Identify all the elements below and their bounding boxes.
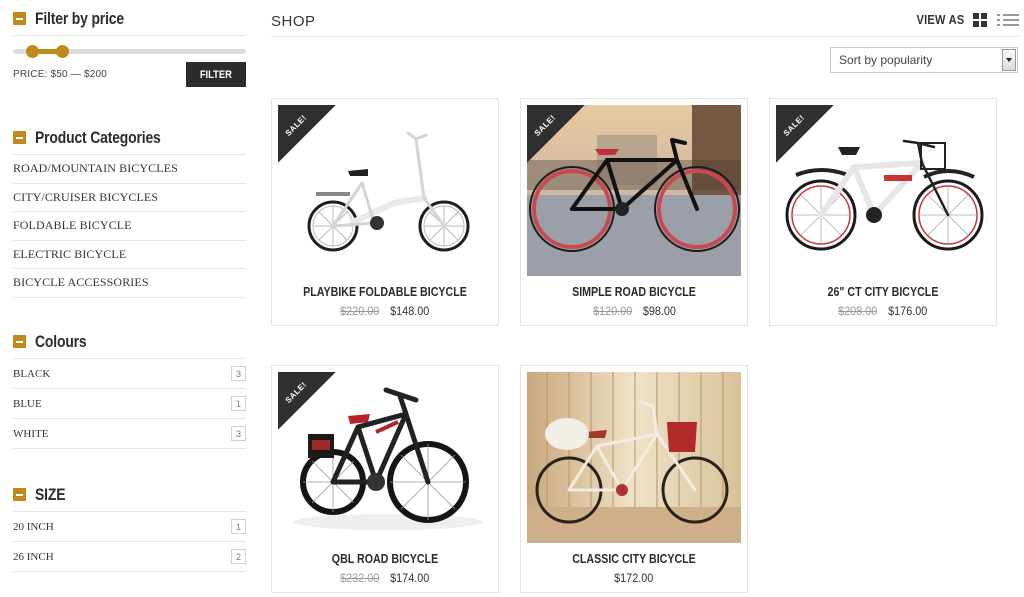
categories-heading: Product Categories — [13, 121, 246, 155]
size-filter-26-inch[interactable]: 26 INCH 2 — [13, 542, 246, 572]
product-card-simple-road[interactable]: SALE! SIMPLE ROAD BICYCLE $120.00 $98.00 — [520, 98, 748, 326]
size-filter-20-inch[interactable]: 20 INCH 1 — [13, 512, 246, 542]
colour-label: BLUE — [13, 397, 42, 410]
count-badge: 3 — [231, 366, 246, 381]
sale-price: $98.00 — [642, 304, 676, 318]
size-label: 26 INCH — [13, 550, 54, 563]
size-heading: SIZE — [13, 478, 246, 512]
price-filter-widget: Filter by price PRICE: $50 — $200 FILTER — [13, 2, 246, 87]
product-name[interactable]: CLASSIC CITY BICYCLE — [541, 551, 726, 566]
sale-badge: SALE! — [278, 372, 336, 430]
view-as-label: VIEW AS — [916, 12, 965, 27]
product-name[interactable]: 26" CT CITY BICYCLE — [790, 284, 975, 299]
category-link-city-cruiser[interactable]: CITY/CRUISER BICYCLES — [13, 184, 246, 212]
chevron-down-icon[interactable] — [1002, 49, 1016, 71]
product-name[interactable]: PLAYBIKE FOLDABLE BICYCLE — [292, 284, 477, 299]
sale-price: $148.00 — [390, 304, 430, 318]
sale-badge: SALE! — [527, 105, 585, 163]
page-title: SHOP — [271, 13, 316, 30]
colour-label: BLACK — [13, 367, 51, 380]
count-badge: 1 — [231, 396, 246, 411]
minus-square-icon[interactable] — [13, 12, 26, 25]
product-card-ct-city[interactable]: SALE! 26" CT CITY BICYCLE $208.00 $176.0… — [769, 98, 997, 326]
colours-widget: Colours BLACK 3 BLUE 1 WHITE 3 — [13, 325, 246, 449]
colours-heading: Colours — [13, 325, 246, 359]
product-card-classic-city[interactable]: CLASSIC CITY BICYCLE $172.00 — [520, 365, 748, 593]
original-price: $232.00 — [340, 571, 380, 585]
sale-badge: SALE! — [278, 105, 336, 163]
price-slider[interactable] — [13, 44, 246, 58]
original-price: $208.00 — [838, 304, 878, 318]
price-filter-title: Filter by price — [35, 8, 124, 28]
count-badge: 2 — [231, 549, 246, 564]
minus-square-icon[interactable] — [13, 488, 26, 501]
sort-select[interactable]: Sort by popularity — [830, 47, 1018, 73]
count-badge: 3 — [231, 426, 246, 441]
product-price: $172.00 — [521, 571, 747, 585]
product-price: $232.00 $174.00 — [272, 571, 498, 585]
colours-title: Colours — [35, 331, 87, 351]
size-title: SIZE — [35, 484, 66, 504]
filter-button[interactable]: FILTER — [186, 62, 246, 87]
colour-filter-white[interactable]: WHITE 3 — [13, 419, 246, 449]
minus-square-icon[interactable] — [13, 335, 26, 348]
category-link-accessories[interactable]: BICYCLE ACCESSORIES — [13, 269, 246, 298]
product-price: $220.00 $148.00 — [272, 304, 498, 318]
original-price: $220.00 — [340, 304, 380, 318]
count-badge: 1 — [231, 519, 246, 534]
categories-widget: Product Categories ROAD/MOUNTAIN BICYCLE… — [13, 121, 246, 298]
price-filter-heading: Filter by price — [13, 2, 246, 36]
size-widget: SIZE 20 INCH 1 26 INCH 2 — [13, 478, 246, 572]
colour-filter-black[interactable]: BLACK 3 — [13, 359, 246, 389]
slider-max-handle[interactable] — [55, 45, 69, 58]
product-name[interactable]: SIMPLE ROAD BICYCLE — [541, 284, 726, 299]
list-view-icon[interactable] — [997, 13, 1019, 27]
sale-price: $174.00 — [390, 571, 430, 585]
minus-square-icon[interactable] — [13, 131, 26, 144]
grid-view-icon[interactable] — [973, 12, 987, 27]
category-link-electric[interactable]: ELECTRIC BICYCLE — [13, 241, 246, 269]
product-card-qbl-road[interactable]: SALE! QBL ROAD BICYCLE $232.00 $174.00 — [271, 365, 499, 593]
colour-label: WHITE — [13, 427, 49, 440]
sale-price: $176.00 — [888, 304, 928, 318]
product-card-playbike[interactable]: SALE! PLAYBIKE FOLDABLE BICYCLE $220.00 … — [271, 98, 499, 326]
category-link-road-mountain[interactable]: ROAD/MOUNTAIN BICYCLES — [13, 155, 246, 184]
regular-price: $172.00 — [614, 571, 654, 585]
size-label: 20 INCH — [13, 520, 54, 533]
colour-filter-blue[interactable]: BLUE 1 — [13, 389, 246, 419]
product-image-classic-bike[interactable] — [527, 372, 741, 543]
product-price: $120.00 $98.00 — [521, 304, 747, 318]
sale-badge: SALE! — [776, 105, 834, 163]
price-range-label: PRICE: $50 — $200 — [13, 69, 108, 80]
original-price: $120.00 — [592, 304, 633, 318]
product-name[interactable]: QBL ROAD BICYCLE — [292, 551, 477, 566]
categories-title: Product Categories — [35, 127, 161, 147]
product-price: $208.00 $176.00 — [770, 304, 996, 318]
shop-header: SHOP VIEW AS — [271, 11, 1019, 37]
view-switcher: VIEW AS — [908, 12, 1019, 27]
sort-selected-value: Sort by popularity — [839, 53, 933, 67]
category-link-foldable[interactable]: FOLDABLE BICYCLE — [13, 212, 246, 241]
slider-min-handle[interactable] — [25, 45, 39, 58]
